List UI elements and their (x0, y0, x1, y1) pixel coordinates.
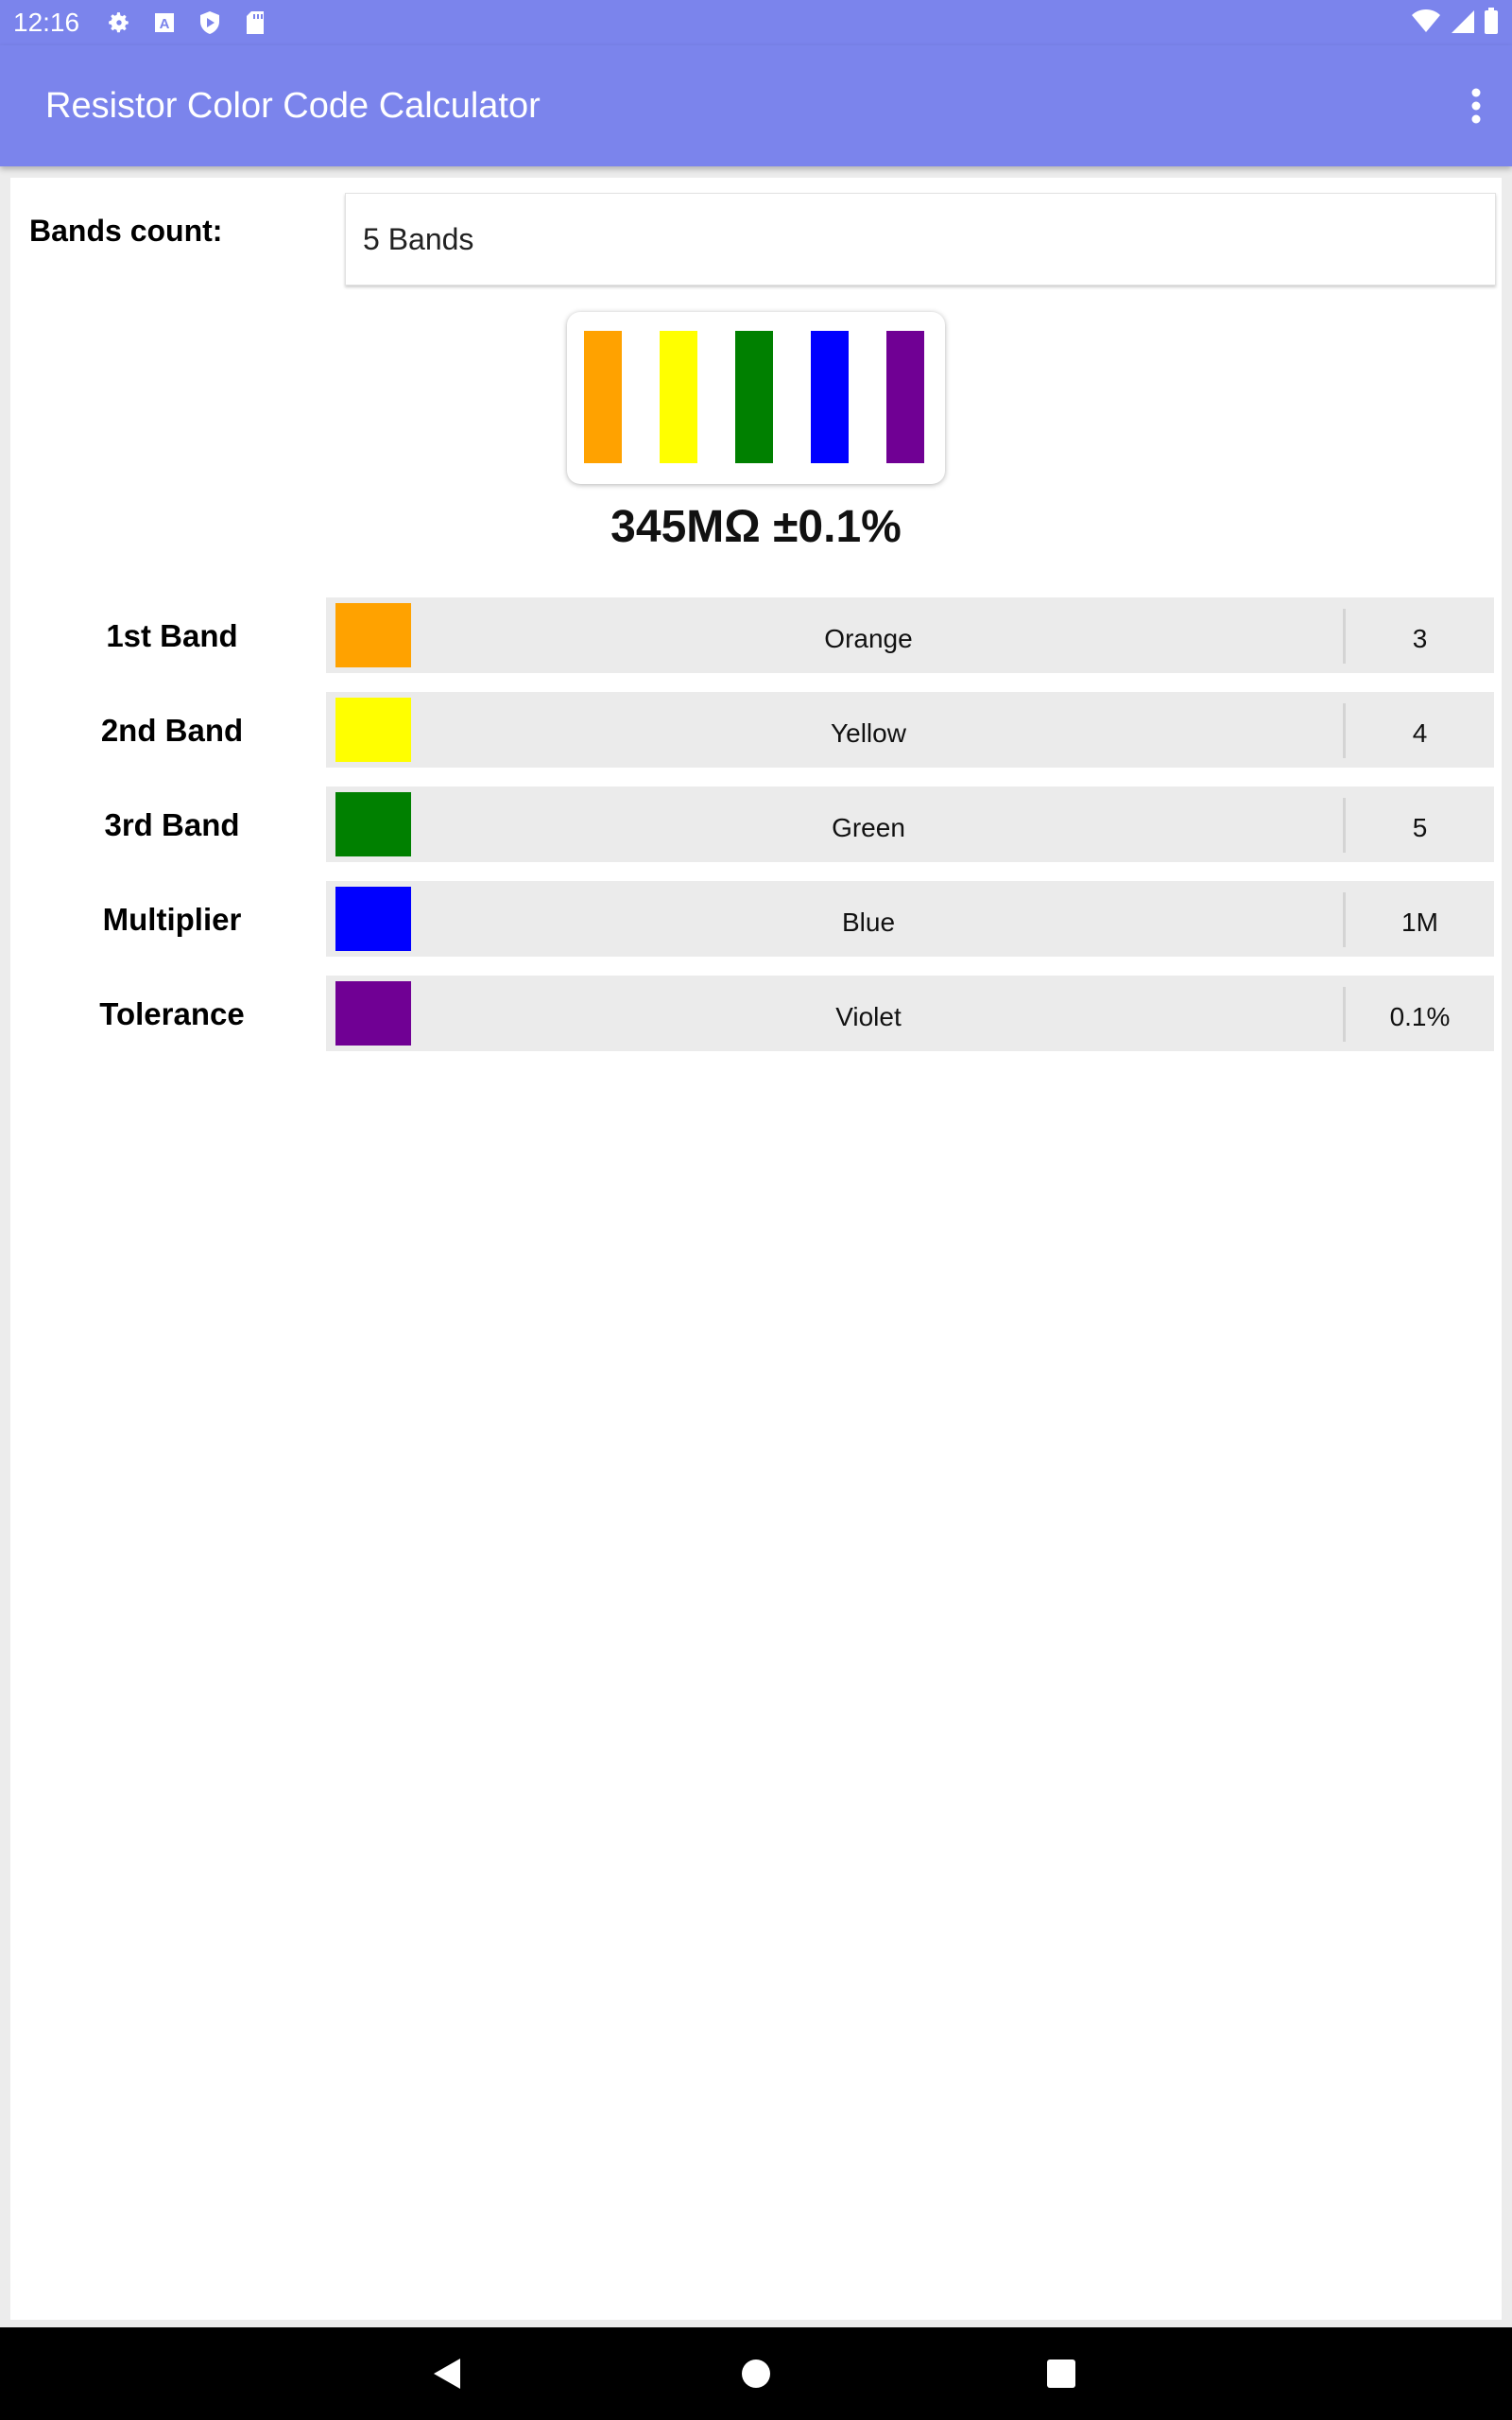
app-bar: Resistor Color Code Calculator (0, 45, 1512, 166)
shield-play-icon (197, 9, 223, 36)
overflow-menu-button[interactable] (1457, 72, 1495, 140)
resistor-band-4 (811, 331, 849, 463)
color-swatch (335, 792, 411, 856)
navigation-bar (0, 2327, 1512, 2420)
status-icons: A (106, 9, 268, 36)
status-right-icons (1412, 8, 1499, 39)
color-name: Violet (835, 1002, 902, 1031)
battery-icon (1484, 8, 1499, 39)
more-vert-icon (1471, 88, 1481, 124)
main-content: Bands count: 5 Bands 345MΩ ±0.1% 1st Ban… (10, 178, 1502, 2320)
band-label-2nd: 2nd Band (100, 713, 244, 748)
color-name: Orange (824, 624, 913, 653)
sd-card-icon (242, 9, 268, 36)
band-value: 4 (1412, 718, 1428, 748)
color-name: Green (832, 813, 905, 842)
resistor-band-2 (660, 331, 697, 463)
color-swatch (335, 603, 411, 667)
status-bar: 12:16 A (0, 0, 1512, 45)
color-name: Blue (841, 908, 896, 937)
recents-icon (1047, 2360, 1075, 2388)
back-icon (434, 2359, 460, 2389)
color-name: Yellow (831, 718, 906, 748)
color-swatch (335, 698, 411, 762)
bands-count-value: 5 Bands (363, 221, 474, 256)
band-value: 5 (1412, 813, 1428, 842)
gear-icon (106, 9, 132, 36)
band-value: 1M (1401, 908, 1438, 937)
resistor-band-1 (584, 331, 622, 463)
color-swatch (335, 981, 411, 1046)
bands-count-label: Bands count: (29, 214, 223, 248)
band-picker-2nd[interactable]: Yellow 4 (326, 692, 1494, 768)
signal-icon (1450, 9, 1474, 38)
resistor-preview (567, 312, 945, 484)
band-label-1st: 1st Band (106, 618, 238, 653)
status-time: 12:16 (13, 8, 80, 37)
band-picker-multiplier[interactable]: Blue 1M (326, 881, 1494, 957)
band-picker-3rd[interactable]: Green 5 (326, 786, 1494, 862)
home-button[interactable] (732, 2350, 780, 2397)
resistor-band-3 (735, 331, 773, 463)
bands-count-dropdown[interactable]: 5 Bands (345, 193, 1496, 285)
band-label-3rd: 3rd Band (104, 807, 240, 842)
band-value: 3 (1412, 624, 1428, 653)
resistor-band-5 (886, 331, 924, 463)
band-picker-tolerance[interactable]: Violet 0.1% (326, 976, 1494, 1051)
back-button[interactable] (423, 2350, 471, 2397)
band-picker-1st[interactable]: Orange 3 (326, 597, 1494, 673)
resistance-result: 345MΩ ±0.1% (610, 502, 902, 552)
home-icon (742, 2360, 770, 2388)
wifi-icon (1412, 9, 1440, 38)
color-swatch (335, 887, 411, 951)
recents-button[interactable] (1038, 2350, 1085, 2397)
band-label-multiplier: Multiplier (102, 902, 242, 937)
band-label-tolerance: Tolerance (99, 996, 245, 1031)
a-icon: A (151, 9, 178, 36)
band-value: 0.1% (1389, 1002, 1451, 1031)
app-title: Resistor Color Code Calculator (45, 85, 541, 126)
svg-text:A: A (160, 16, 170, 32)
